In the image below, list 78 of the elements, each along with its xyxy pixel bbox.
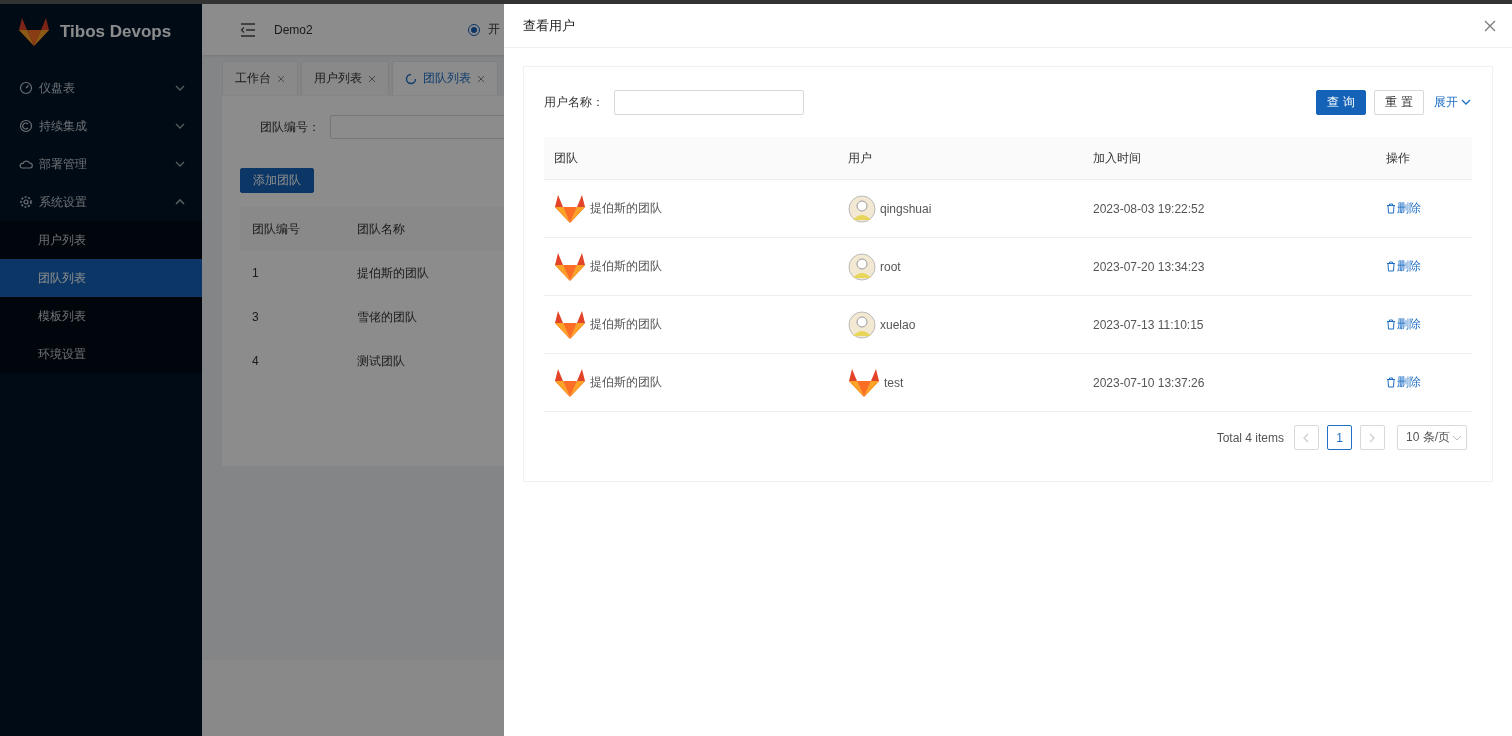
team-name: 提伯斯的团队 bbox=[590, 374, 662, 391]
avatar-icon bbox=[848, 194, 876, 223]
fox-logo-icon bbox=[554, 309, 586, 340]
table-cell-text: 2023-07-13 11:10:15 bbox=[1093, 317, 1205, 332]
cloud-icon bbox=[19, 157, 33, 171]
radio-label[interactable]: 开 bbox=[487, 21, 500, 38]
team-name: 提伯斯的团队 bbox=[590, 200, 662, 217]
close-icon bbox=[277, 74, 285, 83]
page-button[interactable]: 1 bbox=[1327, 425, 1352, 450]
input-field[interactable] bbox=[614, 89, 804, 115]
delete-link[interactable]: 删除 bbox=[1386, 316, 1421, 333]
trash-icon bbox=[1386, 261, 1396, 272]
table-cell-text: 3 bbox=[251, 310, 260, 324]
table-cell: 提伯斯的团队 bbox=[357, 264, 429, 282]
sidebar-item[interactable]: 系统设置 bbox=[0, 183, 202, 221]
spinner-icon bbox=[405, 72, 417, 85]
table-cell-text: 2023-07-20 13:34:23 bbox=[1093, 259, 1206, 274]
table-cell-text: 4 bbox=[251, 354, 260, 368]
table-cell: 雪佬的团队 bbox=[357, 308, 417, 326]
sidebar-item[interactable]: 部署管理 bbox=[0, 145, 202, 183]
app-title: Tibos Devops bbox=[60, 21, 172, 42]
column-header: 团队编号 bbox=[251, 220, 301, 238]
sidebar-subitem[interactable]: 环境设置 bbox=[0, 335, 202, 373]
avatar-icon bbox=[848, 252, 876, 281]
dashboard-icon bbox=[19, 81, 33, 95]
field-label: 团队编号： bbox=[260, 118, 320, 136]
add-team-button[interactable]: 添加团队 bbox=[240, 168, 314, 193]
chevron-right-icon bbox=[1368, 432, 1377, 443]
column-header: 用户 bbox=[848, 149, 873, 167]
trash-icon bbox=[1386, 377, 1396, 388]
tab[interactable]: 用户列表 bbox=[301, 61, 389, 95]
menu-fold-icon bbox=[240, 22, 256, 37]
column-header: 团队 bbox=[553, 149, 579, 167]
drawer-title: 查看用户 bbox=[523, 16, 575, 35]
close-icon bbox=[477, 74, 485, 83]
total-count: Total 4 items bbox=[1216, 430, 1284, 445]
user-name: test bbox=[884, 375, 904, 390]
team-name: 提伯斯的团队 bbox=[590, 316, 662, 333]
close-icon[interactable] bbox=[1484, 19, 1496, 32]
query-button[interactable]: 查 询 bbox=[1316, 89, 1366, 115]
table-cell-text: 1 bbox=[251, 266, 260, 280]
tab[interactable]: 工作台 bbox=[222, 61, 298, 95]
team-name: 提伯斯的团队 bbox=[590, 258, 662, 275]
reset-button[interactable]: 重 置 bbox=[1374, 89, 1424, 115]
expand-link[interactable]: 展开 bbox=[1434, 93, 1472, 111]
table-cell-text: 2023-08-03 19:22:52 bbox=[1093, 201, 1206, 216]
copyright-icon bbox=[19, 119, 33, 133]
sidebar-item[interactable]: 仪盘表 bbox=[0, 69, 202, 107]
sidebar-subitem[interactable]: 团队列表 bbox=[0, 259, 202, 297]
settings-icon bbox=[19, 195, 33, 209]
delete-link[interactable]: 删除 bbox=[1386, 200, 1421, 217]
fox-logo-icon bbox=[554, 193, 586, 224]
fox-logo-icon bbox=[554, 251, 586, 282]
trash-icon bbox=[1386, 203, 1396, 214]
chevron-left-icon bbox=[1302, 432, 1311, 443]
fox-logo-icon bbox=[18, 16, 50, 47]
fox-logo-icon bbox=[554, 367, 586, 398]
table-cell-text: 2023-07-10 13:37:26 bbox=[1093, 375, 1206, 390]
sidebar-item[interactable]: 持续集成 bbox=[0, 107, 202, 145]
tab[interactable]: 团队列表 bbox=[392, 61, 498, 95]
user-name: xuelao bbox=[880, 317, 916, 332]
column-header: 操作 bbox=[1386, 149, 1410, 167]
delete-link[interactable]: 删除 bbox=[1386, 374, 1421, 391]
close-icon bbox=[368, 74, 376, 83]
fox-logo-icon bbox=[848, 367, 880, 398]
project-name: Demo2 bbox=[274, 22, 313, 37]
avatar-icon bbox=[848, 310, 876, 339]
user-name: root bbox=[880, 259, 901, 274]
column-header: 团队名称 bbox=[357, 220, 405, 238]
column-header: 加入时间 bbox=[1093, 149, 1142, 167]
delete-link[interactable]: 删除 bbox=[1386, 258, 1421, 275]
sidebar-subitem[interactable]: 用户列表 bbox=[0, 221, 202, 259]
sidebar-subitem[interactable]: 模板列表 bbox=[0, 297, 202, 335]
field-label: 用户名称： bbox=[544, 93, 604, 111]
page-size-select[interactable]: 10 条/页 bbox=[1397, 425, 1467, 450]
user-name: qingshuai bbox=[880, 201, 932, 216]
trash-icon bbox=[1386, 319, 1396, 330]
table-cell: 测试团队 bbox=[357, 352, 405, 370]
